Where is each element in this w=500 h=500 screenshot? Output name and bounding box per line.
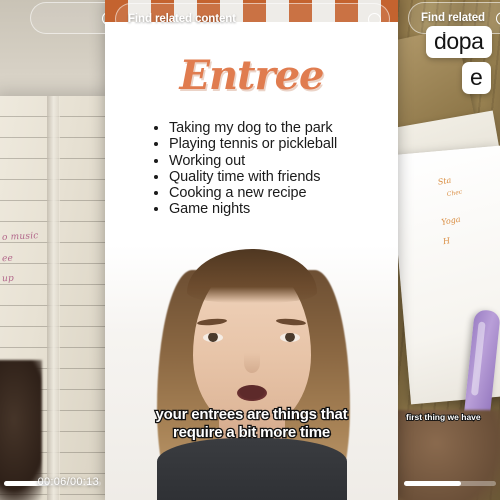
search-icon[interactable]	[487, 11, 500, 25]
handwritten-note: Chec	[446, 188, 463, 199]
video-caption: first thing we have	[405, 411, 481, 423]
overlay-word-secondary: e	[462, 62, 491, 94]
caption-line-2: require a bit more time	[172, 423, 332, 443]
presenter-shirt	[156, 438, 347, 500]
handwritten-note: H	[442, 236, 451, 247]
search-pill-label: Find related c	[421, 12, 487, 24]
hand-foreground	[398, 410, 500, 500]
presenter-mouth	[236, 385, 267, 401]
panel-current-video[interactable]: Entree Taking my dog to the park Playing…	[105, 0, 398, 500]
list-item: Game nights	[169, 201, 337, 217]
video-frame: Entree Taking my dog to the park Playing…	[105, 0, 398, 500]
search-pill-label: Find related content	[128, 13, 236, 25]
video-progress-fill	[404, 481, 462, 486]
handwritten-note: ee	[1, 253, 14, 265]
find-related-content-button[interactable]: Find related c	[408, 2, 500, 34]
presenter-video-region	[105, 245, 398, 500]
notebook-gutter	[47, 96, 59, 500]
search-icon[interactable]	[93, 11, 105, 25]
list-item: Taking my dog to the park	[169, 120, 337, 136]
list-item: Playing tennis or pickleball	[169, 136, 337, 152]
caption-line-1: your entrees are things that	[154, 405, 349, 425]
presenter-nose	[243, 353, 260, 373]
handwritten-note: o music	[1, 231, 39, 243]
handwritten-note: Sta	[437, 175, 452, 187]
panel-next-video[interactable]: Sta Chec Yoga H dopa e Find related c fi…	[398, 0, 500, 500]
panel-previous-video[interactable]: o music ee up 00:06/00:13	[0, 0, 105, 500]
video-progress-bar[interactable]	[404, 481, 496, 486]
handwritten-note: Yoga	[440, 214, 462, 227]
handwritten-note: up	[1, 273, 15, 285]
video-carousel: o music ee up 00:06/00:13 Entree Taking …	[0, 0, 500, 500]
presenter-eye-right	[280, 333, 300, 342]
entree-list: Taking my dog to the park Playing tennis…	[153, 120, 337, 218]
list-item: Quality time with friends	[169, 169, 337, 185]
presenter-eye-left	[203, 333, 223, 342]
video-caption: your entrees are things that require a b…	[105, 405, 398, 443]
list-item: Cooking a new recipe	[169, 185, 337, 201]
search-icon[interactable]	[359, 12, 389, 26]
video-timestamp: 00:06/00:13	[37, 476, 99, 488]
page-title: Entree	[179, 52, 324, 99]
list-item: Working out	[169, 153, 337, 169]
find-related-content-button[interactable]	[30, 2, 105, 34]
foreground-shadow	[0, 360, 42, 500]
find-related-content-button[interactable]: Find related content	[115, 3, 390, 35]
